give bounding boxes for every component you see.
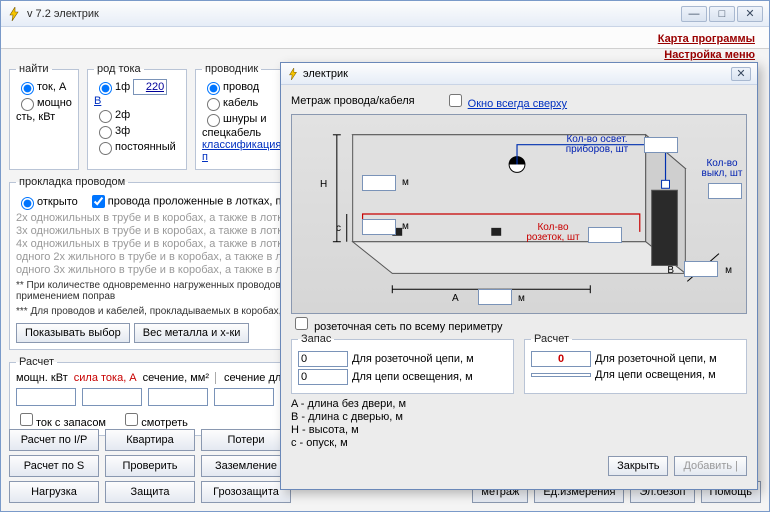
radio-1f[interactable]: 1ф В [94,79,180,107]
in-current[interactable] [82,388,142,406]
voltage-unit[interactable]: В [94,95,101,107]
radio-open[interactable]: открыто [16,194,78,210]
in-stock-socket[interactable] [298,351,348,367]
room-diagram: Кол-во освет. приборов, шт Кол-во выкл, … [291,114,747,314]
radio-cord[interactable]: шнуры и спецкабель [202,111,286,139]
btn-flat[interactable]: Квартира [105,429,195,451]
radio-2f[interactable]: 2ф [94,107,180,123]
maximize-button[interactable]: □ [709,6,735,22]
lbl-sockets: Кол-во розеток, шт [518,223,588,243]
lbl-c: c [336,223,341,234]
dlg-icon [287,68,299,80]
in-sockets[interactable] [588,227,622,243]
btn-load[interactable]: Нагрузка [9,481,99,503]
radio-find-power[interactable]: мощно сть, кВт [16,95,72,123]
main-toolbar [1,27,769,49]
lbl-switch: Кол-во выкл, шт [700,159,744,179]
window-controls: — □ ✕ [681,6,763,22]
link-classify[interactable]: классификация п [202,139,281,163]
dlg-title: электрик [303,68,731,80]
lbl-current: сила тока, А [74,372,137,384]
legend-find: найти [16,63,52,75]
radio-wire[interactable]: провод [202,79,286,95]
metrage-dialog: электрик ✕ Метраж провода/кабеля Окно вс… [280,62,758,490]
legend-conductor: проводник [202,63,261,75]
lbl-B: B [667,265,674,276]
btn-check[interactable]: Проверить [105,455,195,477]
lbl-A-unit: м [518,293,525,304]
btn-dlg-add[interactable]: Добавить | [674,456,747,476]
out-socket: 0 [531,351,591,367]
link-menu-settings[interactable]: Настройка меню [658,47,755,63]
legend-result: Расчет [531,333,572,345]
cb-always-on-top[interactable]: Окно всегда сверху [445,91,567,110]
cb-stock[interactable]: ток с запасом [16,417,106,429]
bottom-button-grid: Расчет по I/P Квартира Потери Расчет по … [9,429,291,503]
in-section-l[interactable] [214,388,274,406]
btn-metal-weight[interactable]: Вес металла и х-ки [134,323,250,343]
out-light [531,373,591,377]
app-icon [7,7,21,21]
main-titlebar: v 7.2 электрик — □ ✕ [1,1,769,27]
btn-losses[interactable]: Потери [201,429,291,451]
dim-legend: A - длина без двери, м B - длина с дверь… [291,398,747,450]
radio-cable[interactable]: кабель [202,95,286,111]
btn-dlg-close[interactable]: Закрыть [608,456,668,476]
lbl-lights: Кол-во освет. приборов, шт [552,135,642,155]
link-program-map[interactable]: Карта программы [658,31,755,47]
btn-calc-s[interactable]: Расчет по S [9,455,99,477]
btn-show-choice[interactable]: Показывать выбор [16,323,130,343]
group-find: найти ток, А мощно сть, кВт [9,63,79,170]
cb-view[interactable]: смотреть [121,417,188,429]
radio-dc[interactable]: постоянный [94,139,180,155]
lbl-power: мощн. кВт [16,372,68,384]
group-conductor: проводник провод кабель шнуры и спецкабе… [195,63,293,170]
lbl-B-unit: м [725,265,732,276]
radio-find-current[interactable]: ток, А [16,79,72,95]
main-title: v 7.2 электрик [27,8,681,20]
dlg-close-icon[interactable]: ✕ [731,67,751,81]
legend-laying: прокладка проводом [16,176,128,188]
legend-calc: Расчет [16,356,57,368]
in-B[interactable] [684,261,718,277]
group-stock: Запас Для розеточной цепи, м Для цепи ос… [291,333,514,394]
in-section[interactable] [148,388,208,406]
in-A[interactable] [478,289,512,305]
top-links: Карта программы Настройка меню [658,31,755,63]
btn-ground[interactable]: Заземление [201,455,291,477]
lbl-metrage: Метраж провода/кабеля [291,95,415,107]
lbl-A: A [452,293,459,304]
legend-stock: Запас [298,333,334,345]
close-button[interactable]: ✕ [737,6,763,22]
in-c[interactable] [362,219,396,235]
in-switches[interactable] [708,183,742,199]
btn-protect[interactable]: Защита [105,481,195,503]
dlg-body: Метраж провода/кабеля Окно всегда сверху [281,85,757,484]
legend-phase: род тока [94,63,144,75]
in-lights[interactable] [644,137,678,153]
in-stock-light[interactable] [298,369,348,385]
dlg-titlebar: электрик ✕ [281,63,757,85]
lbl-H: H [320,179,327,190]
voltage-input[interactable] [133,79,167,95]
btn-lightning[interactable]: Грозозащита [201,481,291,503]
group-phase: род тока 1ф В 2ф 3ф постоянный [87,63,187,170]
radio-3f[interactable]: 3ф [94,123,180,139]
lbl-H-unit: м [402,177,409,188]
in-power[interactable] [16,388,76,406]
group-result: Расчет 0Для розеточной цепи, м Для цепи … [524,333,747,394]
lbl-c-unit: м [402,221,409,232]
btn-calc-ip[interactable]: Расчет по I/P [9,429,99,451]
cb-perimeter[interactable]: розеточная сеть по всему периметру [291,321,503,333]
minimize-button[interactable]: — [681,6,707,22]
lbl-section: сечение, мм² [143,372,209,384]
in-H[interactable] [362,175,396,191]
